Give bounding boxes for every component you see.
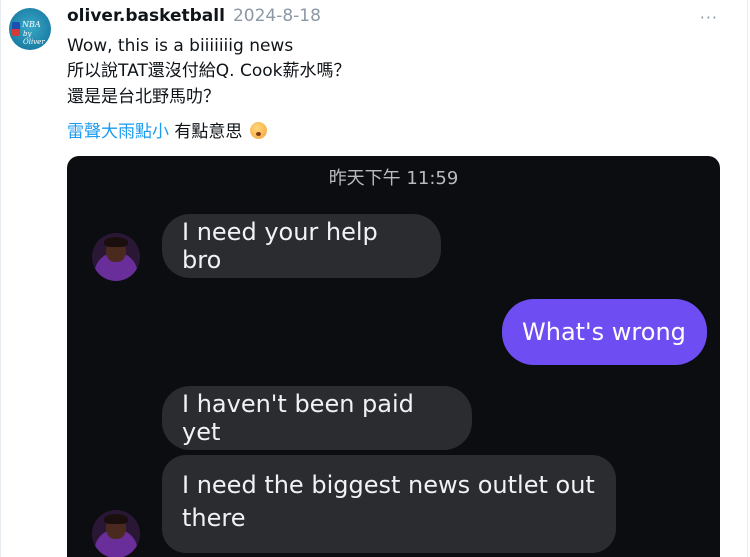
received-message: I haven't been paid yet <box>162 386 472 450</box>
received-message: I need your help bro <box>162 214 441 278</box>
post-header: oliver.basketball 2024-8-18 <box>67 6 321 30</box>
chat-avatar <box>92 510 140 557</box>
sent-message: What's wrong <box>502 299 707 365</box>
chat-avatar <box>92 233 140 281</box>
more-options-icon[interactable]: ··· <box>700 8 718 27</box>
mention-suffix: 有點意思 <box>169 122 243 142</box>
left-border <box>0 0 1 557</box>
username-link[interactable]: oliver.basketball <box>67 6 225 26</box>
chat-screenshot-image[interactable]: 昨天下午 11:59 I need your help bro What's w… <box>67 156 720 557</box>
right-border <box>747 0 748 557</box>
post-text-line-1: Wow, this is a biiiiiiig news <box>67 36 294 56</box>
surprised-face-icon <box>249 122 267 139</box>
mention-line: 雷聲大雨點小 有點意思 <box>67 120 267 144</box>
chat-timestamp: 昨天下午 11:59 <box>328 168 459 189</box>
nba-logo-icon <box>12 22 20 36</box>
mention-link[interactable]: 雷聲大雨點小 <box>67 122 169 142</box>
avatar[interactable]: NBA by Oliver <box>9 8 51 50</box>
post-date[interactable]: 2024-8-18 <box>233 6 321 26</box>
avatar-text-2: by Oliver <box>23 30 45 46</box>
post-text-line-2: 所以說TAT還沒付給Q. Cook薪水嗎？ <box>67 61 351 81</box>
post-text-line-3: 還是是台北野馬叻？ <box>67 87 220 107</box>
received-message: I need the biggest news outlet out there <box>162 455 616 553</box>
avatar-text-1: NBA <box>22 20 41 29</box>
